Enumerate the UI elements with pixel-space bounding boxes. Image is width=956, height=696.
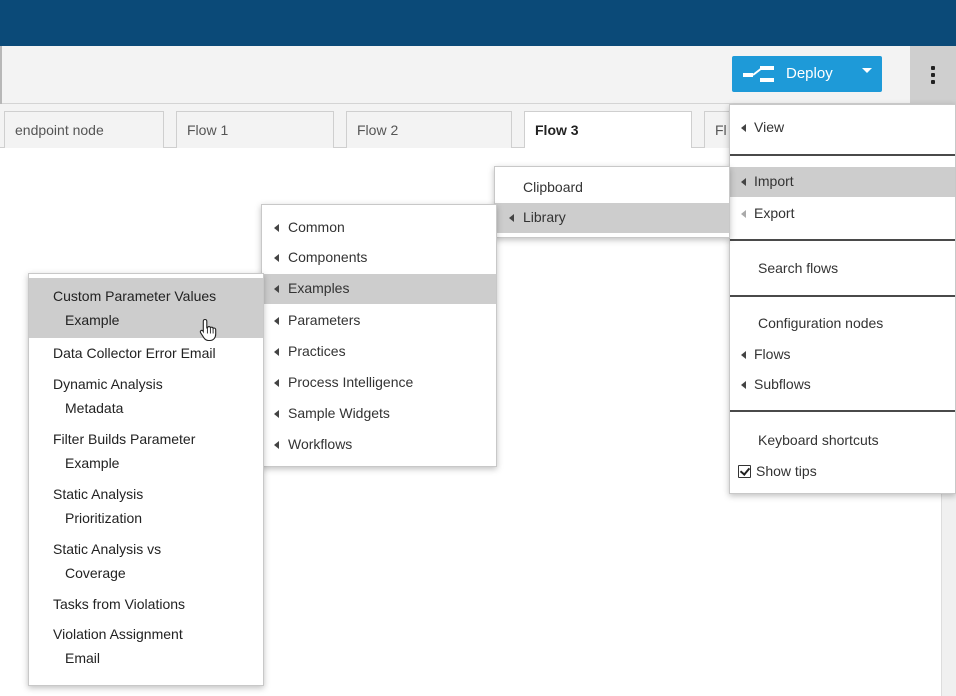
deploy-button[interactable]: Deploy [732,56,882,92]
example-label: Coverage [65,565,126,581]
tab-flow-3[interactable]: Flow 3 [524,111,692,149]
deploy-label: Deploy [786,65,833,82]
example-label: Static Analysis vs [53,541,162,557]
example-label: Email [65,650,101,666]
library-item-common[interactable]: Common [262,213,496,243]
caret-left-icon [741,124,746,132]
import-submenu: Clipboard Library [494,166,730,238]
example-label: Prioritization [65,510,143,526]
menu-item-label: Show tips [756,463,817,479]
library-submenu: Common Components Examples Parameters Pr… [261,204,497,467]
example-label: Custom Parameter Values [53,288,217,304]
menu-item-show-tips[interactable]: Show tips [730,457,955,487]
caret-left-icon [274,285,279,293]
example-custom-parameter-values[interactable]: Custom Parameter Values Example [29,278,263,338]
menu-item-label: Process Intelligence [288,374,414,390]
chevron-down-icon[interactable] [862,68,872,73]
menu-item-import[interactable]: Import [730,167,955,197]
tab-flow-1[interactable]: Flow 1 [176,111,334,148]
library-item-examples[interactable]: Examples [262,274,496,304]
caret-left-icon [274,254,279,262]
menu-divider [730,410,955,412]
example-filter-builds-parameter[interactable]: Filter Builds Parameter Example [29,425,263,479]
example-label: Metadata [65,400,124,416]
checkbox-checked-icon[interactable] [738,465,751,478]
main-menu: View Import Export Search flows Configur… [729,104,956,494]
library-item-components[interactable]: Components [262,243,496,273]
main-menu-button[interactable] [910,46,956,104]
caret-left-icon [274,410,279,418]
menu-divider [730,239,955,241]
examples-submenu: Custom Parameter Values Example Data Col… [28,273,264,686]
menu-item-label: Subflows [754,376,811,392]
caret-left-icon [741,381,746,389]
library-item-sample-widgets[interactable]: Sample Widgets [262,399,496,429]
menu-item-label: Components [288,249,368,265]
example-label: Example [65,312,120,328]
library-item-practices[interactable]: Practices [262,337,496,367]
menu-item-label: Examples [288,280,350,296]
menu-item-label: Configuration nodes [758,315,884,331]
menu-item-label: Export [754,205,795,221]
caret-left-icon [274,379,279,387]
example-violation-assignment-email[interactable]: Violation Assignment Email [29,620,263,676]
example-label: Data Collector Error Email [53,345,216,361]
menu-divider [730,295,955,297]
example-data-collector-error-email[interactable]: Data Collector Error Email [29,338,263,370]
deploy-icon [743,66,774,82]
library-item-workflows[interactable]: Workflows [262,430,496,460]
kebab-dot [931,73,935,77]
menu-item-label: Sample Widgets [288,405,390,421]
tab-flow-2[interactable]: Flow 2 [346,111,512,148]
tab-endpoint-node[interactable]: endpoint node [4,111,164,148]
menu-item-view[interactable]: View [730,113,955,143]
menu-item-label: Common [288,219,345,235]
example-static-analysis-vs-coverage[interactable]: Static Analysis vs Coverage [29,535,263,589]
menu-item-label: Parameters [288,312,361,328]
library-item-process-intelligence[interactable]: Process Intelligence [262,368,496,398]
caret-left-icon [274,224,279,232]
caret-left-icon [741,210,746,218]
example-static-analysis-prioritization[interactable]: Static Analysis Prioritization [29,480,263,534]
hand-cursor-icon [199,318,217,342]
app-header [0,0,956,46]
menu-item-label: Keyboard shortcuts [758,432,879,448]
library-item-parameters[interactable]: Parameters [262,306,496,336]
menu-item-label: View [754,119,785,135]
menu-item-library[interactable]: Library [495,203,729,233]
kebab-dot [931,80,935,84]
caret-left-icon [274,317,279,325]
caret-left-icon [741,178,746,186]
example-label: Dynamic Analysis [53,376,163,392]
menu-item-configuration-nodes[interactable]: Configuration nodes [730,309,955,339]
menu-item-label: Clipboard [523,179,583,195]
menu-item-label: Library [523,209,566,225]
caret-left-icon [274,441,279,449]
menu-item-label: Practices [288,343,346,359]
example-dynamic-analysis-metadata[interactable]: Dynamic Analysis Metadata [29,370,263,424]
example-label: Static Analysis [53,486,144,502]
menu-item-export[interactable]: Export [730,199,955,229]
example-label: Violation Assignment [53,626,183,642]
example-tasks-from-violations[interactable]: Tasks from Violations [29,590,263,620]
menu-item-label: Search flows [758,260,839,276]
caret-left-icon [509,214,514,222]
menu-item-label: Import [754,173,794,189]
menu-item-subflows[interactable]: Subflows [730,370,955,400]
kebab-dot [931,66,935,70]
menu-item-flows[interactable]: Flows [730,340,955,370]
example-label: Tasks from Violations [53,596,186,612]
caret-left-icon [741,351,746,359]
menu-divider [730,154,955,156]
example-label: Example [65,455,120,471]
example-label: Filter Builds Parameter [53,431,196,447]
menu-item-keyboard-shortcuts[interactable]: Keyboard shortcuts [730,426,955,456]
menu-item-clipboard[interactable]: Clipboard [495,173,729,203]
menu-item-label: Flows [754,346,791,362]
caret-left-icon [274,348,279,356]
menu-item-label: Workflows [288,436,353,452]
menu-item-search-flows[interactable]: Search flows [730,254,955,284]
